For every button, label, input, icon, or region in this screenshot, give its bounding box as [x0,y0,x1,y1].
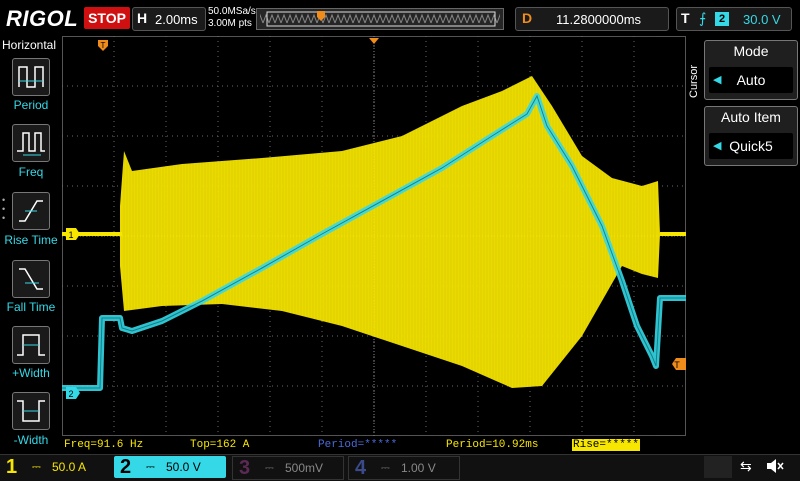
mode-button[interactable]: Mode ◀ Auto [704,40,798,100]
memory-position-graphic [260,11,500,27]
waveform-canvas: 1 2 T T [62,36,686,436]
ch1-offset-marker[interactable]: 1 [66,228,80,240]
page-dots: • • • [2,195,6,223]
frequency-icon [17,132,45,156]
channel-4-scale: 1.00 V [401,461,436,475]
center-time-marker [369,38,379,44]
channel-1-box[interactable]: 1 ⎓ 50.0 A [0,456,110,478]
auto-item-title: Auto Item [721,109,781,125]
back-tab[interactable] [704,456,732,478]
channel-4-box[interactable]: 4 ⎓ 1.00 V [348,456,460,480]
mode-title: Mode [733,43,769,59]
dc-coupling-icon: ⎓ [381,462,390,474]
mode-value: Auto [736,72,766,88]
cursor-menu-tab: Cursor [688,58,702,138]
svg-text:T: T [674,360,680,370]
rising-edge-icon: ⨍ [699,10,707,26]
fall-time-button[interactable] [12,260,50,298]
dc-coupling-icon: ⎓ [32,461,41,473]
delay-value: 11.2800000ms [556,12,642,27]
usb-icon: ⇆ [740,458,752,474]
channel-2-number: 2 [120,456,132,478]
timebase-key: H [137,10,148,26]
measure-period-b: Period=10.92ms [446,439,539,451]
rise-time-label: Rise Time [4,233,58,247]
sample-rate: 50.0MSa/s [208,6,256,17]
trigger-box[interactable]: T ⨍ 2 30.0 V [676,7,792,31]
run-stop-status[interactable]: STOP [84,7,130,29]
fall-time-label: Fall Time [6,300,56,314]
trigger-level-marker[interactable]: T [672,358,686,370]
period-label: Period [13,98,49,112]
dc-coupling-icon: ⎓ [265,462,274,474]
trigger-key: T [681,10,690,26]
delay-key: D [522,10,533,26]
trigger-time-label: T [101,41,106,50]
cursor-tab-label: Cursor [688,64,700,98]
channel-2-box[interactable]: 2 ⎓ 50.0 V [114,456,226,478]
brand-logo: RIGOL [6,6,79,31]
auto-item-button[interactable]: Auto Item ◀ Quick5 [704,106,798,166]
measure-period-a: Period=***** [318,439,398,451]
menu-title: Horizontal [2,38,57,52]
measure-rise: Rise=***** [572,439,641,451]
channel-4-number: 4 [355,457,367,479]
channel-1-scale: 50.0 A [52,460,87,474]
timebase-value: 2.00ms [155,12,198,27]
memory-position-bar[interactable] [256,8,504,30]
channel-3-scale: 500mV [285,461,324,475]
timebase-box[interactable]: H 2.00ms [132,7,206,31]
ch1-envelope [120,76,660,388]
svg-text:2: 2 [68,389,73,399]
period-button[interactable] [12,58,50,96]
measurement-bar: Freq=91.6 Hz Top=162 A Period=***** Peri… [62,436,686,454]
pos-width-label: +Width [12,366,50,380]
channel-1-number: 1 [6,456,18,478]
channel-3-number: 3 [239,457,251,479]
trigger-level: 30.0 V [743,12,781,27]
measure-freq: Freq=91.6 Hz [64,439,144,451]
measure-top: Top=162 A [190,439,250,451]
rise-time-icon [19,200,43,222]
positive-width-icon [17,334,45,356]
freq-label: Freq [18,165,44,179]
auto-item-value: Quick5 [729,138,773,154]
period-icon [18,66,44,88]
neg-width-label: -Width [13,433,49,447]
pos-width-button[interactable] [12,326,50,364]
auto-item-value-box: ◀ Quick5 [709,133,793,159]
channel-3-box[interactable]: 3 ⎓ 500mV [232,456,344,480]
acquisition-info: 50.0MSa/s 3.00M pts [208,6,256,30]
waveform-display[interactable]: 1 2 T T [62,36,686,436]
mode-value-box: ◀ Auto [709,67,793,93]
svg-text:1: 1 [68,230,73,240]
negative-width-icon [17,400,45,422]
memory-depth: 3.00M pts [208,18,252,29]
sound-muted-icon[interactable] [764,456,784,476]
neg-width-button[interactable] [12,392,50,430]
rise-time-button[interactable] [12,192,50,230]
dc-coupling-icon: ⎓ [146,461,155,473]
fall-time-icon [19,268,43,290]
freq-button[interactable] [12,124,50,162]
delay-box[interactable]: D 11.2800000ms [515,7,669,31]
channel-2-scale: 50.0 V [166,460,201,474]
trigger-source: 2 [715,12,729,26]
